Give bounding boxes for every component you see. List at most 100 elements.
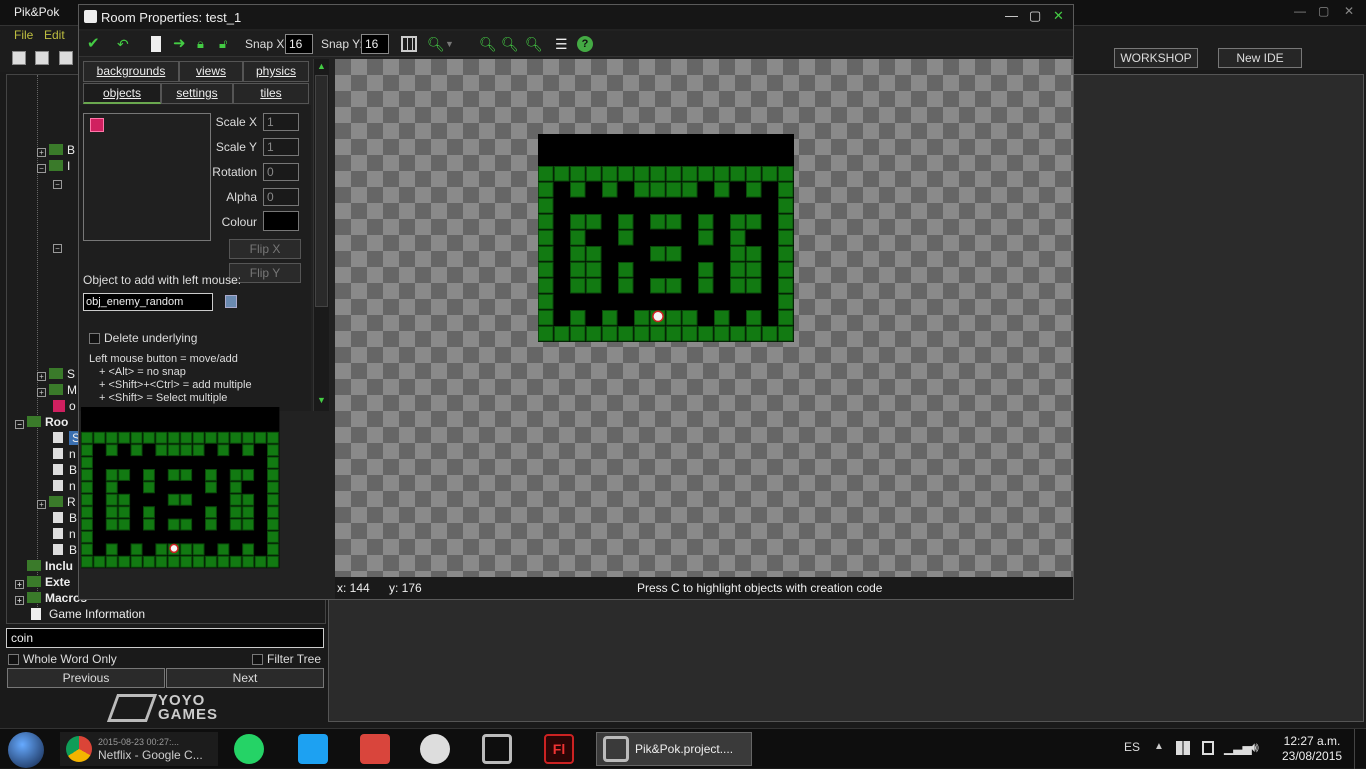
object-picker-icon[interactable] [225, 295, 237, 308]
wall-tile[interactable] [130, 444, 143, 457]
new-ide-button[interactable]: New IDE [1218, 48, 1302, 68]
wall-tile[interactable] [778, 262, 794, 278]
wall-tile[interactable] [81, 444, 93, 457]
wall-tile[interactable] [538, 230, 554, 246]
wall-tile[interactable] [93, 555, 106, 568]
wall-tile[interactable] [167, 555, 180, 568]
wall-tile[interactable] [81, 431, 93, 444]
wall-tile[interactable] [155, 431, 168, 444]
wall-tile[interactable] [698, 166, 714, 182]
dialog-maximize-icon[interactable]: ▢ [1029, 8, 1041, 24]
wall-tile[interactable] [118, 518, 131, 531]
tab-objects[interactable]: objects [83, 83, 161, 104]
wall-tile[interactable] [105, 518, 118, 531]
wall-tile[interactable] [105, 481, 118, 494]
lock-icon[interactable]: 🔒︎ [197, 36, 213, 52]
wall-tile[interactable] [586, 166, 602, 182]
wall-tile[interactable] [167, 469, 180, 481]
wall-tile[interactable] [267, 531, 279, 543]
tab-physics[interactable]: physics [243, 61, 309, 82]
wall-tile[interactable] [586, 214, 602, 230]
tray-expand-icon[interactable]: ▲ [1154, 741, 1164, 752]
wall-tile[interactable] [538, 246, 554, 262]
wall-tile[interactable] [118, 506, 131, 519]
wall-tile[interactable] [130, 431, 143, 444]
wall-tile[interactable] [205, 506, 217, 519]
wall-tile[interactable] [267, 518, 279, 531]
wall-tile[interactable] [105, 469, 118, 481]
delete-underlying-checkbox[interactable]: Delete underlying [89, 331, 197, 345]
language-indicator[interactable]: ES [1124, 740, 1140, 754]
wall-tile[interactable] [242, 493, 255, 506]
wall-tile[interactable] [167, 444, 180, 457]
wall-tile[interactable] [618, 166, 634, 182]
tree-node[interactable]: B [53, 511, 77, 525]
wall-tile[interactable] [105, 543, 118, 556]
wall-tile[interactable] [634, 326, 650, 342]
wall-tile[interactable] [570, 262, 586, 278]
dialog-minimize-icon[interactable]: — [1005, 8, 1018, 23]
wall-tile[interactable] [618, 278, 634, 294]
wall-tile[interactable] [666, 182, 682, 198]
wall-tile[interactable] [81, 555, 93, 568]
wall-tile[interactable] [730, 246, 746, 262]
wall-tile[interactable] [778, 230, 794, 246]
wall-tile[interactable] [205, 469, 217, 481]
wall-tile[interactable] [778, 310, 794, 326]
maximize-icon[interactable]: ▢ [1318, 4, 1329, 18]
wall-tile[interactable] [267, 456, 279, 469]
wall-tile[interactable] [714, 326, 730, 342]
flip-x-button[interactable]: Flip X [229, 239, 301, 259]
taskbar-gamemaker[interactable] [482, 732, 512, 766]
alpha-input[interactable] [263, 188, 299, 206]
wall-tile[interactable] [81, 531, 93, 543]
wall-tile[interactable] [698, 278, 714, 294]
grid-toggle-icon[interactable] [401, 36, 417, 52]
wall-tile[interactable] [746, 182, 762, 198]
wall-tile[interactable] [570, 326, 586, 342]
wall-tile[interactable] [538, 182, 554, 198]
scale-x-input[interactable] [263, 113, 299, 131]
colour-swatch[interactable] [263, 211, 299, 231]
wall-tile[interactable] [93, 431, 106, 444]
wall-tile[interactable] [650, 166, 666, 182]
tree-node[interactable]: − [53, 175, 65, 189]
wall-tile[interactable] [538, 198, 554, 214]
tree-node-rooms[interactable]: − Roo [15, 415, 68, 429]
close-icon[interactable]: ✕ [1344, 4, 1354, 18]
wall-tile[interactable] [130, 543, 143, 556]
wall-tile[interactable] [143, 518, 155, 531]
wall-tile[interactable] [167, 493, 180, 506]
wall-tile[interactable] [602, 166, 618, 182]
wall-tile[interactable] [698, 230, 714, 246]
wall-tile[interactable] [155, 444, 168, 457]
wall-tile[interactable] [538, 294, 554, 310]
tree-node-included[interactable]: Inclu [15, 559, 73, 573]
wall-tile[interactable] [267, 469, 279, 481]
wall-tile[interactable] [618, 326, 634, 342]
wall-tile[interactable] [730, 214, 746, 230]
show-desktop-button[interactable] [1354, 729, 1366, 769]
wall-tile[interactable] [586, 262, 602, 278]
wall-tile[interactable] [242, 469, 255, 481]
shift-arrow-icon[interactable]: ➜ [173, 36, 189, 52]
wall-tile[interactable] [229, 469, 242, 481]
enemy-instance[interactable] [169, 543, 179, 554]
previous-button[interactable]: Previous [7, 668, 165, 688]
menu-file[interactable]: File [14, 28, 33, 42]
zoom-reset-icon[interactable]: 🔍︎ [525, 36, 543, 52]
wall-tile[interactable] [267, 493, 279, 506]
wall-tile[interactable] [698, 326, 714, 342]
wall-tile[interactable] [143, 431, 155, 444]
wall-tile[interactable] [618, 214, 634, 230]
wall-tile[interactable] [714, 182, 730, 198]
wall-tile[interactable] [778, 214, 794, 230]
wall-tile[interactable] [666, 310, 682, 326]
undo-icon[interactable]: ↶ [117, 36, 133, 52]
wall-tile[interactable] [155, 555, 168, 568]
tree-node[interactable]: n [53, 479, 76, 493]
battery-icon[interactable] [1202, 741, 1214, 755]
wall-tile[interactable] [180, 431, 193, 444]
rotation-input[interactable] [263, 163, 299, 181]
wall-tile[interactable] [650, 326, 666, 342]
